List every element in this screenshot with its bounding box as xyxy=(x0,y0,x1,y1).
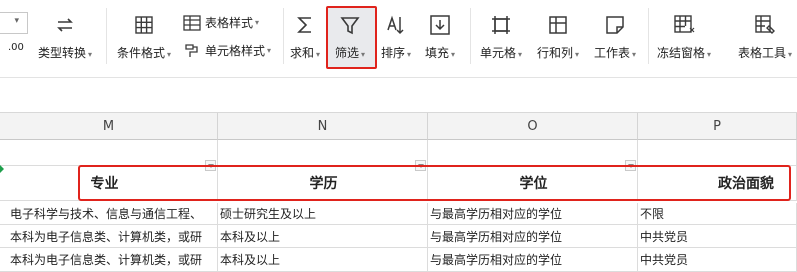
cell-style-button[interactable]: 单元格样式 ▾ xyxy=(183,42,271,59)
column-header-n[interactable]: N xyxy=(218,113,428,140)
sum-label: 求和 xyxy=(290,46,315,60)
sort-button[interactable]: 排序 ▾ xyxy=(381,12,411,61)
header-highlight xyxy=(78,165,791,201)
grid-cell[interactable] xyxy=(638,140,797,166)
filter-icon xyxy=(337,12,363,38)
sort-label: 排序 xyxy=(381,46,406,60)
ribbon-toolbar: ▾ .00 类型转换▾ 条件格式▾ 表格样式▾ 单元格样式▾ 求和▾ xyxy=(0,0,797,78)
fill-down-icon xyxy=(427,12,453,38)
table-style-icon xyxy=(183,14,201,31)
freeze-label: 冻结窗格 xyxy=(657,46,706,60)
grid-cell[interactable] xyxy=(218,140,428,166)
table-cell[interactable]: 与最高学历相对应的学位 xyxy=(428,203,638,225)
separator xyxy=(648,8,649,64)
column-header-o[interactable]: O xyxy=(428,113,638,140)
grid-cell[interactable] xyxy=(428,140,638,166)
decimal-button[interactable]: .00 xyxy=(8,42,24,53)
table-cell[interactable]: 与最高学历相对应的学位 xyxy=(428,225,638,248)
cell-icon xyxy=(488,12,514,38)
sort-icon xyxy=(383,12,409,38)
table-cell[interactable]: 中共党员 xyxy=(638,225,797,248)
filter-button[interactable]: 筛选 ▾ xyxy=(335,12,365,61)
grid-icon xyxy=(131,12,157,38)
fill-button[interactable]: 填充 ▾ xyxy=(425,12,455,61)
grid-cell[interactable] xyxy=(0,140,218,166)
table-cell[interactable]: 硕士研究生及以上 xyxy=(218,203,428,225)
type-convert-button[interactable]: 类型转换 ▾ xyxy=(38,12,92,61)
table-tools-button[interactable]: 表格工具 ▾ xyxy=(738,12,792,61)
cell-label: 单元格 xyxy=(480,46,517,60)
column-header-m[interactable]: M xyxy=(0,113,218,140)
format-painter-icon xyxy=(185,43,198,57)
fill-label: 填充 xyxy=(425,46,450,60)
sigma-icon xyxy=(292,12,318,38)
conditional-format-button[interactable]: 条件格式 ▾ xyxy=(117,12,171,61)
worksheet-button[interactable]: 工作表 ▾ xyxy=(594,12,636,61)
column-header-p[interactable]: P xyxy=(638,113,797,140)
table-cell[interactable]: 中共党员 xyxy=(638,248,797,272)
table-cell[interactable]: 本科及以上 xyxy=(218,248,428,272)
separator xyxy=(283,8,284,64)
type-convert-label: 类型转换 xyxy=(38,46,87,60)
sum-button[interactable]: 求和 ▾ xyxy=(290,12,320,61)
separator xyxy=(470,8,471,64)
table-cell[interactable]: 不限 xyxy=(638,203,797,225)
decimal-label: .00 xyxy=(8,42,24,53)
table-cell[interactable]: 本科及以上 xyxy=(218,225,428,248)
number-format-combo[interactable]: ▾ xyxy=(0,12,28,34)
row-col-label: 行和列 xyxy=(537,46,574,60)
conditional-format-label: 条件格式 xyxy=(117,46,166,60)
spreadsheet-grid: M N O P 专业 学历 学位 政治面貌 电子科学与技术、信息与通信工程、 硕… xyxy=(0,113,797,272)
worksheet-icon xyxy=(602,12,628,38)
freeze-icon xyxy=(671,12,697,38)
cell-button[interactable]: 单元格 ▾ xyxy=(480,12,522,61)
table-tools-icon xyxy=(752,12,778,38)
freeze-panes-button[interactable]: 冻结窗格 ▾ xyxy=(657,12,711,61)
formula-area xyxy=(0,78,797,113)
cell-style-label: 单元格样式 xyxy=(205,44,266,58)
table-cell[interactable]: 电子科学与技术、信息与通信工程、 xyxy=(0,203,218,225)
row-col-button[interactable]: 行和列 ▾ xyxy=(537,12,579,61)
table-cell[interactable]: 本科为电子信息类、计算机类，或研 xyxy=(0,248,218,272)
table-style-label: 表格样式 xyxy=(205,16,254,30)
table-tools-label: 表格工具 xyxy=(738,46,787,60)
table-style-button[interactable]: 表格样式 ▾ xyxy=(183,14,259,31)
table-cell[interactable]: 与最高学历相对应的学位 xyxy=(428,248,638,272)
filter-label: 筛选 xyxy=(335,46,360,60)
separator xyxy=(106,8,107,64)
table-cell[interactable]: 本科为电子信息类、计算机类，或研 xyxy=(0,225,218,248)
convert-icon xyxy=(52,12,78,38)
row-col-icon xyxy=(545,12,571,38)
worksheet-label: 工作表 xyxy=(594,46,631,60)
